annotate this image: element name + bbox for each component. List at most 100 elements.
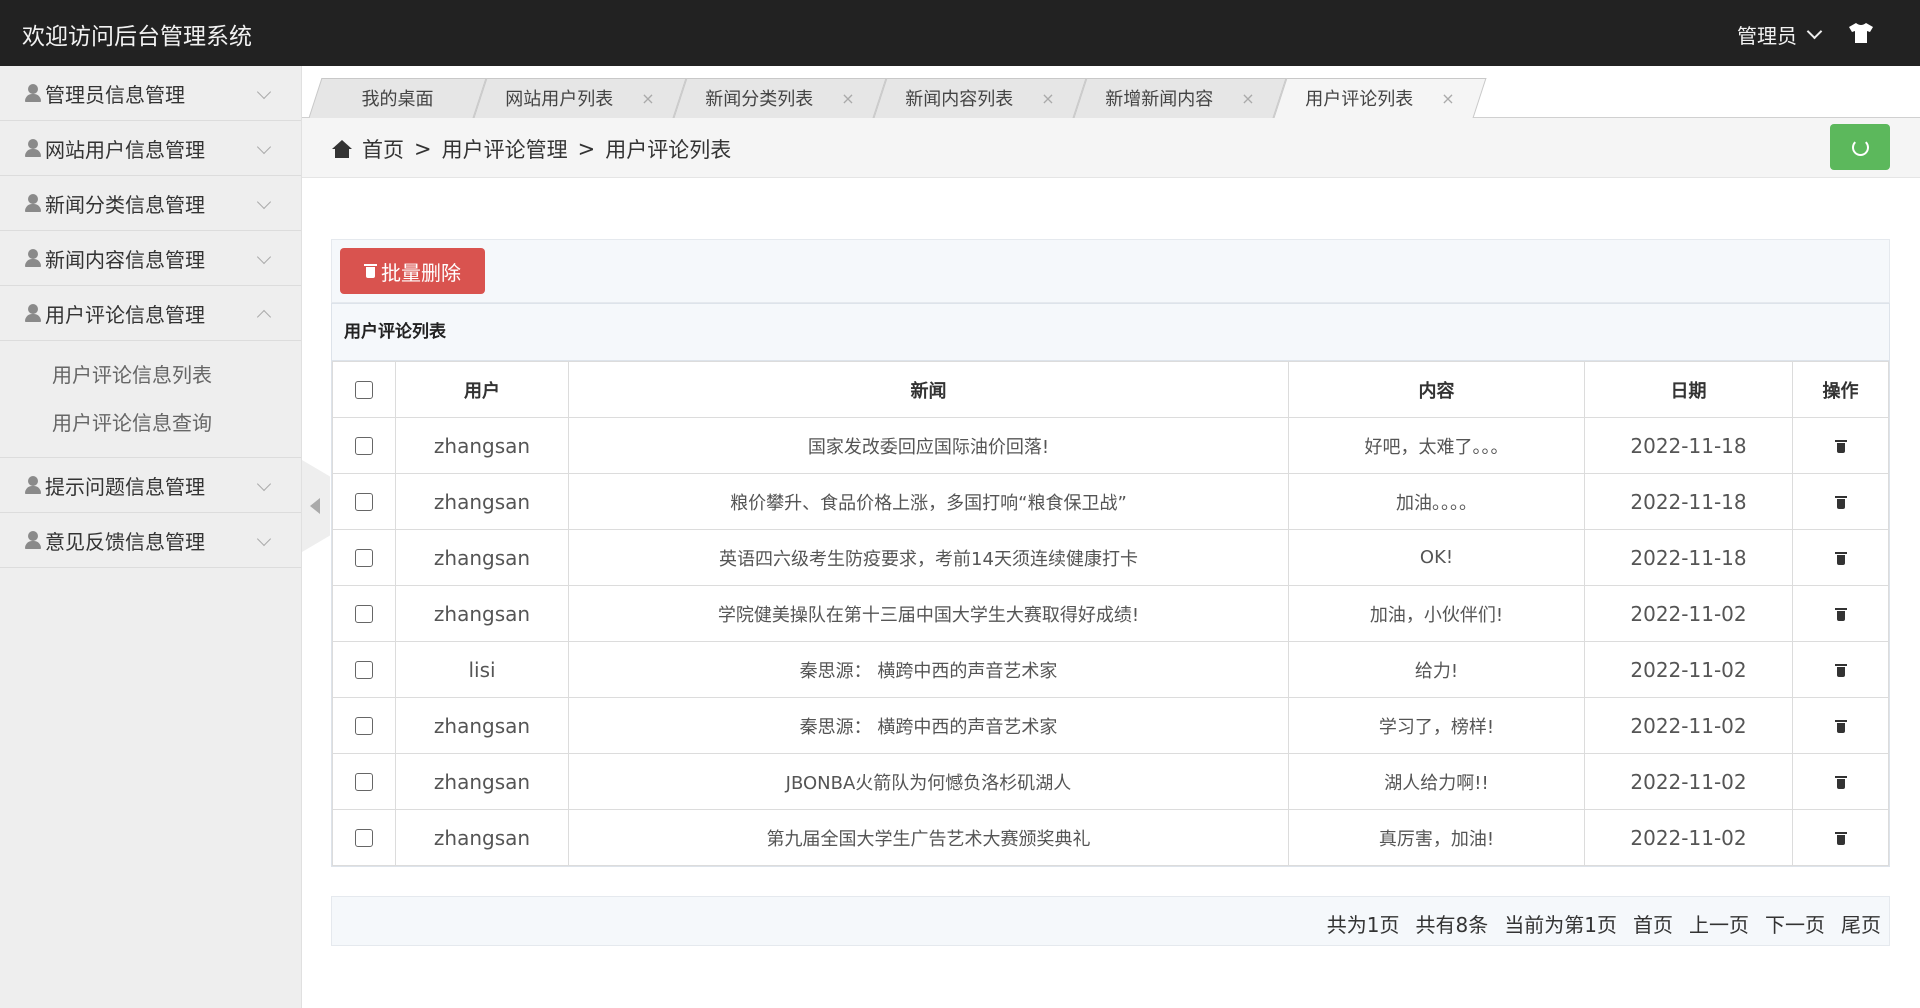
- tab-label: 网站用户列表: [505, 89, 614, 110]
- table-row: zhangsan 国家发改委回应国际油价回落! 好吧，太难了。。。 2022-1…: [332, 417, 1889, 474]
- column-header-actions: 操作: [1792, 361, 1889, 418]
- sidebar-collapse-handle[interactable]: [302, 460, 330, 552]
- cell-date: 2022-11-02: [1584, 697, 1793, 754]
- trash-icon[interactable]: [1834, 831, 1847, 845]
- close-icon[interactable]: ×: [841, 89, 854, 108]
- sidebar-item-hint-questions[interactable]: 提示问题信息管理: [0, 458, 301, 513]
- close-icon[interactable]: ×: [1241, 89, 1254, 108]
- refresh-button[interactable]: [1830, 124, 1890, 170]
- chevron-up-icon: [256, 309, 272, 325]
- cell-news: 英语四六级考生防疫要求，考前14天须连续健康打卡: [568, 529, 1289, 586]
- cell-news: 秦思源： 横跨中西的声音艺术家: [568, 697, 1289, 754]
- close-icon[interactable]: ×: [1441, 89, 1454, 108]
- pager-next-link[interactable]: 下一页: [1765, 909, 1825, 938]
- select-all-checkbox[interactable]: [355, 381, 373, 399]
- cell-user: zhangsan: [395, 585, 569, 642]
- sidebar-subitem-comment-query[interactable]: 用户评论信息查询: [0, 399, 301, 447]
- tab-news-content[interactable]: 新闻内容列表 ×: [873, 78, 1087, 118]
- select-all-cell: [332, 361, 396, 418]
- row-select-cell: [332, 585, 396, 642]
- row-select-cell: [332, 809, 396, 866]
- cell-date: 2022-11-02: [1584, 809, 1793, 866]
- tab-label: 新增新闻内容: [1105, 89, 1214, 110]
- trash-icon[interactable]: [1834, 495, 1847, 509]
- tab-label: 我的桌面: [361, 89, 434, 110]
- trash-icon[interactable]: [1834, 551, 1847, 565]
- cell-actions: [1792, 753, 1889, 810]
- tshirt-icon[interactable]: [1848, 22, 1874, 44]
- trash-icon[interactable]: [1834, 719, 1847, 733]
- row-checkbox[interactable]: [355, 773, 373, 791]
- table-row: zhangsan 粮价攀升、食品价格上涨，多国打响“粮食保卫战” 加油。。。。 …: [332, 473, 1889, 530]
- pager-total-items: 共有8条: [1415, 913, 1489, 937]
- tab-site-users[interactable]: 网站用户列表 ×: [473, 78, 687, 118]
- row-checkbox[interactable]: [355, 829, 373, 847]
- row-checkbox[interactable]: [355, 437, 373, 455]
- user-icon: [24, 303, 42, 323]
- chevron-down-icon: [256, 476, 272, 492]
- close-icon[interactable]: ×: [1041, 89, 1054, 108]
- sidebar-item-news-content[interactable]: 新闻内容信息管理: [0, 231, 301, 286]
- tab-news-category[interactable]: 新闻分类列表 ×: [673, 78, 887, 118]
- row-checkbox[interactable]: [355, 717, 373, 735]
- row-checkbox[interactable]: [355, 493, 373, 511]
- tab-add-news[interactable]: 新增新闻内容 ×: [1073, 78, 1287, 118]
- tab-label: 用户评论列表: [1305, 89, 1414, 110]
- cell-user: zhangsan: [395, 529, 569, 586]
- sidebar-subitem-comment-list[interactable]: 用户评论信息列表: [0, 351, 301, 399]
- trash-icon[interactable]: [1834, 607, 1847, 621]
- cell-content: 给力!: [1288, 641, 1585, 698]
- user-icon: [24, 83, 42, 103]
- table-row: zhangsan 第九届全国大学生广告艺术大赛颁奖典礼 真厉害，加油! 2022…: [332, 809, 1889, 866]
- batch-delete-button[interactable]: 批量删除: [340, 248, 485, 294]
- sidebar-item-label: 新闻内容信息管理: [45, 247, 205, 272]
- table-row: zhangsan JBONBA火箭队为何憾负洛杉矶湖人 湖人给力啊!! 2022…: [332, 753, 1889, 810]
- sidebar-item-label: 提示问题信息管理: [45, 474, 205, 499]
- sidebar-item-label: 新闻分类信息管理: [45, 192, 205, 217]
- sidebar-item-label: 管理员信息管理: [45, 82, 185, 107]
- trash-icon[interactable]: [1834, 663, 1847, 677]
- sidebar-item-news-category[interactable]: 新闻分类信息管理: [0, 176, 301, 231]
- row-select-cell: [332, 641, 396, 698]
- cell-user: lisi: [395, 641, 569, 698]
- sidebar-item-site-users[interactable]: 网站用户信息管理: [0, 121, 301, 176]
- cell-news: 国家发改委回应国际油价回落!: [568, 417, 1289, 474]
- tab-desktop[interactable]: 我的桌面: [308, 78, 487, 118]
- cell-content: 学习了，榜样!: [1288, 697, 1585, 754]
- table-row: lisi 秦思源： 横跨中西的声音艺术家 给力! 2022-11-02: [332, 641, 1889, 698]
- table-header-row: 用户 新闻 内容 日期 操作: [332, 361, 1889, 418]
- tab-label: 新闻内容列表: [905, 89, 1014, 110]
- pager-first-link[interactable]: 首页: [1633, 909, 1673, 938]
- chevron-down-icon: [256, 84, 272, 100]
- cell-content: OK!: [1288, 529, 1585, 586]
- cell-date: 2022-11-02: [1584, 641, 1793, 698]
- cell-actions: [1792, 585, 1889, 642]
- trash-icon: [364, 263, 377, 279]
- cell-actions: [1792, 417, 1889, 474]
- submenu-user-comments: 用户评论信息列表 用户评论信息查询: [0, 341, 301, 458]
- row-checkbox[interactable]: [355, 549, 373, 567]
- pager-last-link[interactable]: 尾页: [1841, 909, 1881, 938]
- row-checkbox[interactable]: [355, 605, 373, 623]
- admin-menu[interactable]: 管理员: [1737, 20, 1823, 49]
- chevron-down-icon: [256, 139, 272, 155]
- trash-icon[interactable]: [1834, 439, 1847, 453]
- breadcrumb-level1[interactable]: 用户评论管理: [442, 134, 568, 164]
- row-checkbox[interactable]: [355, 661, 373, 679]
- sidebar-item-feedback[interactable]: 意见反馈信息管理: [0, 513, 301, 568]
- sidebar-item-user-comments[interactable]: 用户评论信息管理: [0, 286, 301, 341]
- pager-prev-link[interactable]: 上一页: [1689, 909, 1749, 938]
- cell-date: 2022-11-18: [1584, 473, 1793, 530]
- trash-icon[interactable]: [1834, 775, 1847, 789]
- user-icon: [24, 475, 42, 495]
- tab-user-comments[interactable]: 用户评论列表 ×: [1273, 78, 1487, 118]
- sidebar-item-admin[interactable]: 管理员信息管理: [0, 66, 301, 121]
- breadcrumb-home[interactable]: 首页: [362, 134, 404, 164]
- home-icon: [332, 140, 352, 158]
- cell-user: zhangsan: [395, 417, 569, 474]
- refresh-icon: [1851, 138, 1869, 156]
- row-select-cell: [332, 697, 396, 754]
- table-row: zhangsan 英语四六级考生防疫要求，考前14天须连续健康打卡 OK! 20…: [332, 529, 1889, 586]
- sidebar-item-label: 网站用户信息管理: [45, 137, 205, 162]
- close-icon[interactable]: ×: [641, 89, 654, 108]
